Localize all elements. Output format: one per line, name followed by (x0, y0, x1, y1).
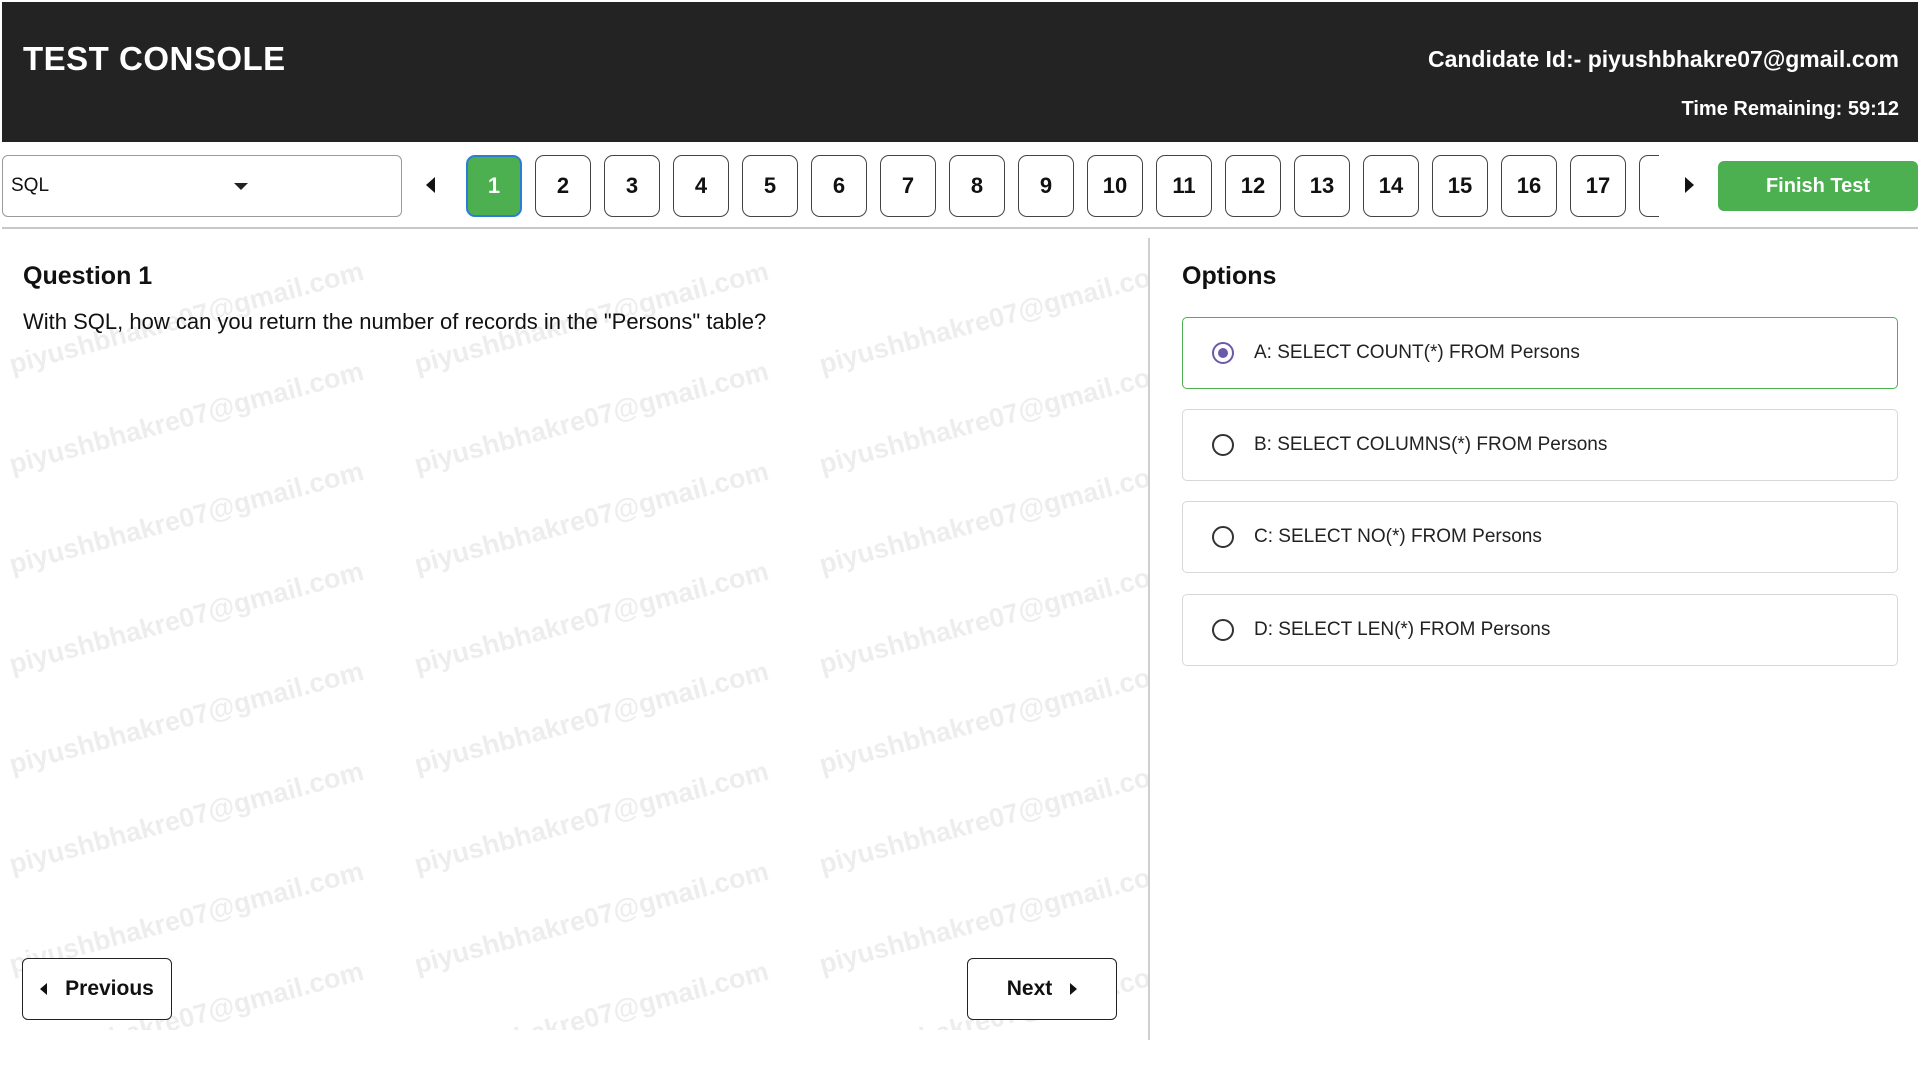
radio-button[interactable] (1212, 619, 1234, 641)
option-item[interactable]: D: SELECT LEN(*) FROM Persons (1182, 594, 1898, 666)
previous-button[interactable]: Previous (22, 958, 172, 1020)
question-number-button[interactable]: 3 (604, 155, 660, 217)
question-number-button[interactable]: 1 (466, 155, 522, 217)
watermark-text: piyushbhakre07@gmail.com (5, 355, 367, 480)
question-number-button[interactable]: 4 (673, 155, 729, 217)
watermark-text: piyushbhakre07@gmail.com (815, 555, 1148, 680)
question-text: With SQL, how can you return the number … (23, 309, 767, 334)
option-label: B: SELECT COLUMNS(*) FROM Persons (1254, 434, 1608, 455)
time-remaining: Time Remaining: 59:12 (1681, 98, 1899, 120)
question-number-button[interactable]: 16 (1501, 155, 1557, 217)
question-number-button[interactable]: 8 (949, 155, 1005, 217)
scroll-left-arrow-icon[interactable] (426, 177, 435, 193)
option-item[interactable]: A: SELECT COUNT(*) FROM Persons (1182, 317, 1898, 389)
question-number-button[interactable]: 9 (1018, 155, 1074, 217)
radio-button[interactable] (1212, 342, 1234, 364)
chevron-left-icon (40, 983, 48, 995)
watermark-text: piyushbhakre07@gmail.com (410, 755, 772, 880)
watermark-text: piyushbhakre07@gmail.com (5, 755, 367, 880)
question-number-button[interactable]: 14 (1363, 155, 1419, 217)
question-number-strip: 12345678910111213141516171 (466, 155, 1659, 218)
watermark-text: piyushbhakre07@gmail.com (410, 655, 772, 780)
chevron-right-icon (1070, 983, 1078, 995)
watermark-text: piyushbhakre07@gmail.com (410, 555, 772, 680)
watermark-text: piyushbhakre07@gmail.com (815, 255, 1148, 380)
option-label: A: SELECT COUNT(*) FROM Persons (1254, 342, 1580, 363)
watermark-text: piyushbhakre07@gmail.com (815, 455, 1148, 580)
option-item[interactable]: C: SELECT NO(*) FROM Persons (1182, 501, 1898, 573)
watermark: piyushbhakre07@gmail.com piyushbhakre07@g… (0, 230, 1148, 1030)
watermark-text: piyushbhakre07@gmail.com (815, 655, 1148, 780)
caret-down-icon (234, 183, 248, 190)
radio-button[interactable] (1212, 526, 1234, 548)
question-number-button[interactable]: 15 (1432, 155, 1488, 217)
app-title: TEST CONSOLE (23, 40, 286, 77)
subject-dropdown[interactable]: SQL (2, 155, 402, 217)
panel-divider (1148, 238, 1150, 1040)
option-label: C: SELECT NO(*) FROM Persons (1254, 526, 1542, 547)
app-header: TEST CONSOLE Candidate Id:- piyushbhakre… (2, 2, 1918, 142)
watermark-text: piyushbhakre07@gmail.com (410, 955, 772, 1030)
question-number-button[interactable]: 11 (1156, 155, 1212, 217)
watermark-text: piyushbhakre07@gmail.com (410, 455, 772, 580)
watermark-text: piyushbhakre07@gmail.com (410, 855, 772, 980)
previous-button-label: Previous (65, 977, 154, 1000)
watermark-text: piyushbhakre07@gmail.com (815, 755, 1148, 880)
next-button-label: Next (1006, 977, 1053, 1000)
question-number-button[interactable]: 6 (811, 155, 867, 217)
question-number-button[interactable]: 2 (535, 155, 591, 217)
watermark-text: piyushbhakre07@gmail.com (815, 355, 1148, 480)
next-button[interactable]: Next (967, 958, 1117, 1020)
question-number-button[interactable]: 5 (742, 155, 798, 217)
candidate-id: Candidate Id:- piyushbhakre07@gmail.com (1427, 46, 1899, 72)
question-number-button[interactable]: 12 (1225, 155, 1281, 217)
question-number-button[interactable]: 10 (1087, 155, 1143, 217)
scroll-right-arrow-icon[interactable] (1685, 177, 1694, 193)
watermark-text: piyushbhakre07@gmail.com (5, 455, 367, 580)
watermark-text: piyushbhakre07@gmail.com (5, 655, 367, 780)
question-title: Question 1 (23, 262, 153, 290)
finish-test-button[interactable]: Finish Test (1718, 161, 1918, 211)
options-title: Options (1182, 262, 1277, 290)
question-number-button[interactable]: 7 (880, 155, 936, 217)
nav-divider (2, 227, 1918, 229)
watermark-text: piyushbhakre07@gmail.com (410, 355, 772, 480)
radio-button[interactable] (1212, 434, 1234, 456)
question-number-button[interactable]: 17 (1570, 155, 1626, 217)
question-number-button[interactable]: 1 (1639, 155, 1659, 217)
subject-dropdown-value: SQL (11, 175, 50, 196)
watermark-text: piyushbhakre07@gmail.com (5, 555, 367, 680)
option-item[interactable]: B: SELECT COLUMNS(*) FROM Persons (1182, 409, 1898, 481)
question-number-button[interactable]: 13 (1294, 155, 1350, 217)
option-label: D: SELECT LEN(*) FROM Persons (1254, 619, 1551, 640)
